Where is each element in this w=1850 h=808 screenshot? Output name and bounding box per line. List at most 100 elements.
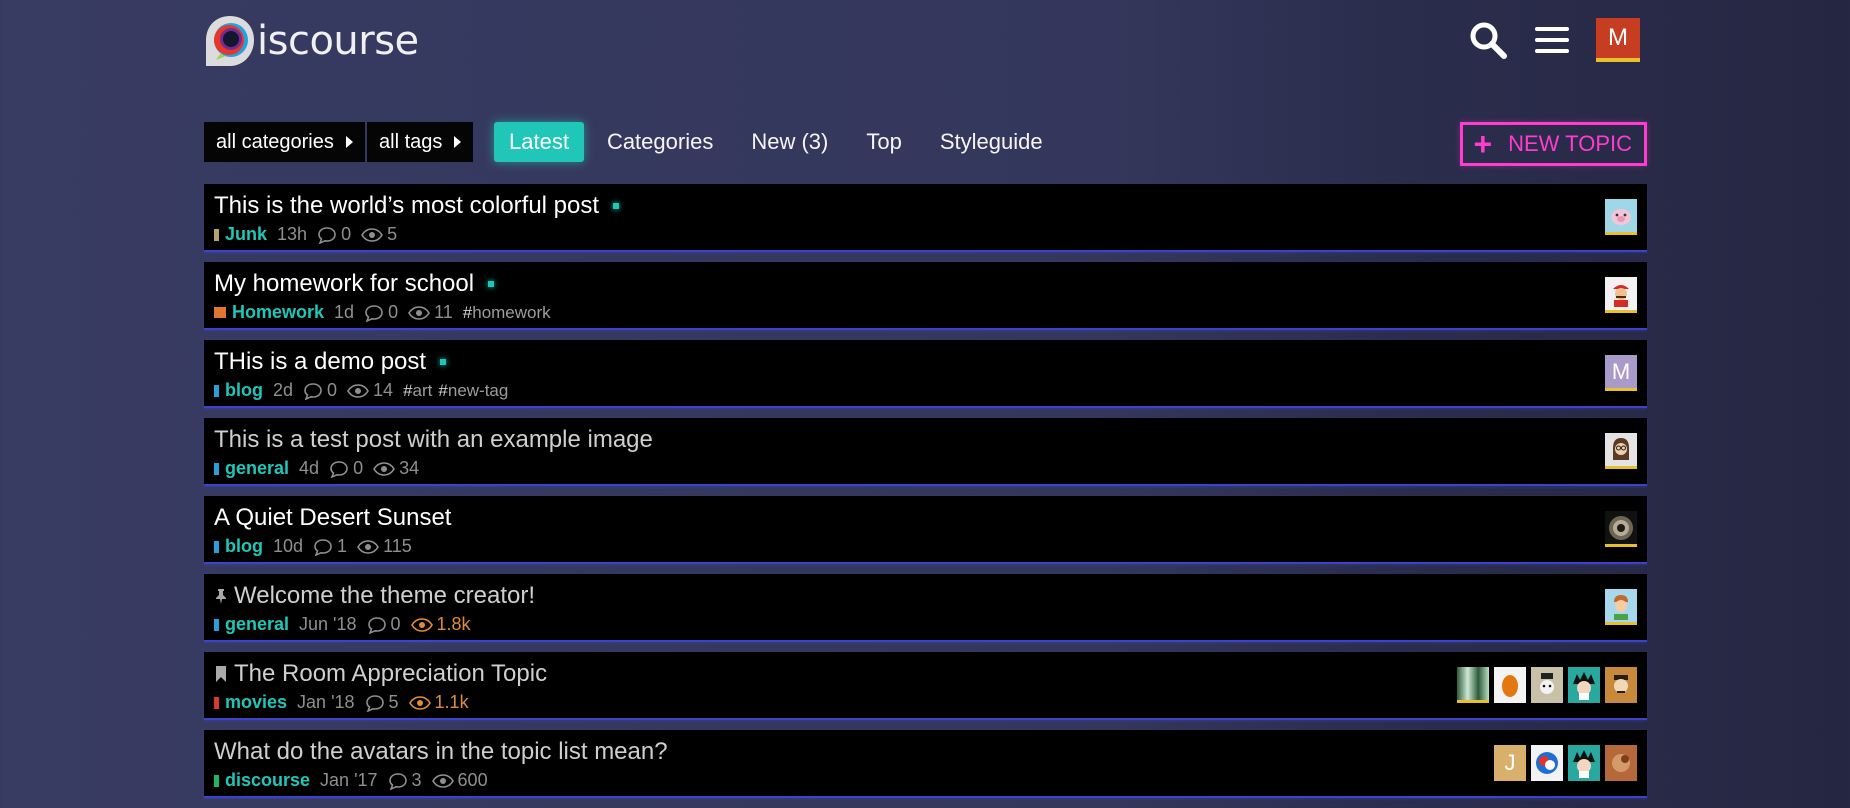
eye-icon — [347, 383, 369, 398]
topic-age: Jun '18 — [299, 614, 357, 634]
topic-age: Jan '17 — [320, 770, 378, 790]
hamburger-menu-icon[interactable] — [1532, 20, 1572, 60]
topic-row[interactable]: THis is a demo post blog 2d 0 14 #art #n… — [204, 340, 1647, 408]
topic-row[interactable]: The Room Appreciation Topic movies Jan '… — [204, 652, 1647, 720]
site-header: iscourse M — [0, 0, 1850, 90]
poster-avatar-man-icon[interactable] — [1605, 589, 1637, 625]
topic-meta: general Jun '18 0 1.8k — [214, 614, 481, 635]
topic-age: 13h — [277, 224, 308, 244]
poster-avatar-m[interactable]: M — [1605, 355, 1637, 391]
topic-age: 4d — [299, 458, 320, 478]
topic-posters: M — [1605, 355, 1637, 391]
eye-icon — [373, 461, 396, 476]
topic-posters: J — [1494, 745, 1637, 781]
poster-avatar-discourse-logo-icon[interactable] — [1531, 745, 1563, 781]
topic-title-link[interactable]: Welcome the theme creator! — [214, 582, 535, 610]
navigation-bar: all categories all tags Latest Categorie… — [204, 122, 1647, 166]
topic-tag[interactable]: #new-tag — [438, 381, 508, 401]
search-icon[interactable] — [1468, 20, 1508, 60]
poster-avatar-mario-icon[interactable] — [1605, 277, 1637, 313]
view-count-value: 5 — [387, 224, 398, 244]
tab-new[interactable]: New (3) — [736, 122, 843, 162]
topic-posters — [1605, 589, 1637, 625]
tag-dropdown[interactable]: all tags — [367, 122, 474, 162]
topic-title-link[interactable]: My homework for school — [214, 270, 495, 298]
category-link[interactable]: Junk — [225, 224, 267, 245]
category-color-badge — [214, 696, 219, 709]
tab-categories[interactable]: Categories — [592, 122, 728, 162]
view-count-value: 115 — [383, 536, 412, 556]
poster-avatar-egg-icon[interactable] — [1494, 667, 1526, 703]
topic-row[interactable]: What do the avatars in the topic list me… — [204, 730, 1647, 798]
topic-title: What do the avatars in the topic list me… — [214, 738, 668, 765]
poster-avatar-camera-lens-icon[interactable] — [1605, 511, 1637, 547]
poster-avatar-forest-icon[interactable] — [1457, 667, 1489, 703]
poster-avatar-spiky-hair-icon[interactable] — [1568, 745, 1600, 781]
topic-posters — [1605, 511, 1637, 547]
bookmark-icon — [216, 666, 226, 682]
category-link[interactable]: blog — [225, 380, 263, 401]
topic-posters — [1605, 199, 1637, 235]
comment-icon — [318, 226, 336, 244]
tab-latest[interactable]: Latest — [494, 122, 584, 162]
topic-title-link[interactable]: THis is a demo post — [214, 348, 447, 376]
topic-row[interactable]: A Quiet Desert Sunset blog 10d 1 115 — [204, 496, 1647, 564]
topic-meta: discourse Jan '17 3 600 — [214, 770, 498, 791]
topic-tag[interactable]: #homework — [463, 303, 551, 323]
topic-row[interactable]: This is the world’s most colorful post J… — [204, 184, 1647, 252]
topic-tag[interactable]: #art — [403, 381, 432, 401]
poster-avatar-spiky-hair-icon[interactable] — [1568, 667, 1600, 703]
poster-avatar-photo-icon[interactable] — [1605, 745, 1637, 781]
reply-count: 0 — [364, 302, 398, 323]
new-topic-button[interactable]: + NEW TOPIC — [1460, 122, 1647, 166]
category-color-badge — [214, 540, 219, 553]
category-color-badge — [214, 307, 226, 318]
eye-icon — [410, 617, 433, 632]
reply-count-value: 0 — [353, 458, 364, 478]
topic-title-link[interactable]: This is the world’s most colorful post — [214, 192, 620, 220]
category-link[interactable]: blog — [225, 536, 263, 557]
tag-label: new-tag — [447, 380, 509, 400]
poster-avatar-woman-glasses-icon[interactable] — [1605, 433, 1637, 469]
topic-meta: blog 2d 0 14 #art #new-tag — [214, 380, 514, 401]
topic-title-link[interactable]: What do the avatars in the topic list me… — [214, 738, 668, 766]
topic-title-link[interactable]: The Room Appreciation Topic — [214, 660, 547, 688]
tab-styleguide[interactable]: Styleguide — [925, 122, 1058, 162]
tab-top[interactable]: Top — [851, 122, 916, 162]
discourse-logo[interactable]: iscourse — [204, 14, 419, 68]
poster-avatar-pig-icon[interactable] — [1605, 199, 1637, 235]
category-link[interactable]: discourse — [225, 770, 310, 791]
category-link[interactable]: Homework — [232, 302, 324, 323]
current-user-avatar[interactable]: M — [1596, 18, 1640, 62]
eye-icon — [357, 539, 379, 554]
topic-row[interactable]: My homework for school Homework 1d 0 11 … — [204, 262, 1647, 330]
reply-count: 3 — [388, 770, 422, 791]
reply-count-value: 0 — [390, 614, 401, 634]
poster-avatar-j[interactable]: J — [1494, 745, 1526, 781]
view-count: 600 — [431, 770, 488, 791]
topic-title: Welcome the theme creator! — [234, 582, 536, 609]
view-count: 11 — [408, 302, 453, 323]
category-link[interactable]: movies — [225, 692, 287, 713]
category-dropdown-label: all categories — [216, 130, 334, 153]
category-link[interactable]: general — [225, 458, 289, 479]
tag-dropdown-label: all tags — [379, 130, 443, 153]
reply-count: 1 — [313, 536, 347, 557]
topic-row[interactable]: Welcome the theme creator! general Jun '… — [204, 574, 1647, 642]
category-dropdown[interactable]: all categories — [204, 122, 365, 162]
reply-count-value: 3 — [411, 770, 422, 790]
topic-title: THis is a demo post — [214, 348, 427, 375]
topic-title-link[interactable]: A Quiet Desert Sunset — [214, 504, 451, 532]
topic-title-link[interactable]: This is a test post with an example imag… — [214, 426, 653, 454]
category-link[interactable]: general — [225, 614, 289, 635]
caret-right-icon — [454, 136, 462, 148]
unread-indicator — [488, 281, 495, 287]
topic-age: Jan '18 — [297, 692, 355, 712]
poster-avatar-cartoon-face-icon[interactable] — [1605, 667, 1637, 703]
poster-avatar-ghost-icon[interactable] — [1531, 667, 1563, 703]
topic-row[interactable]: This is a test post with an example imag… — [204, 418, 1647, 486]
topic-posters — [1605, 277, 1637, 313]
topic-title: The Room Appreciation Topic — [234, 660, 548, 687]
plus-icon: + — [1473, 126, 1493, 162]
topic-list: This is the world’s most colorful post J… — [204, 184, 1647, 808]
